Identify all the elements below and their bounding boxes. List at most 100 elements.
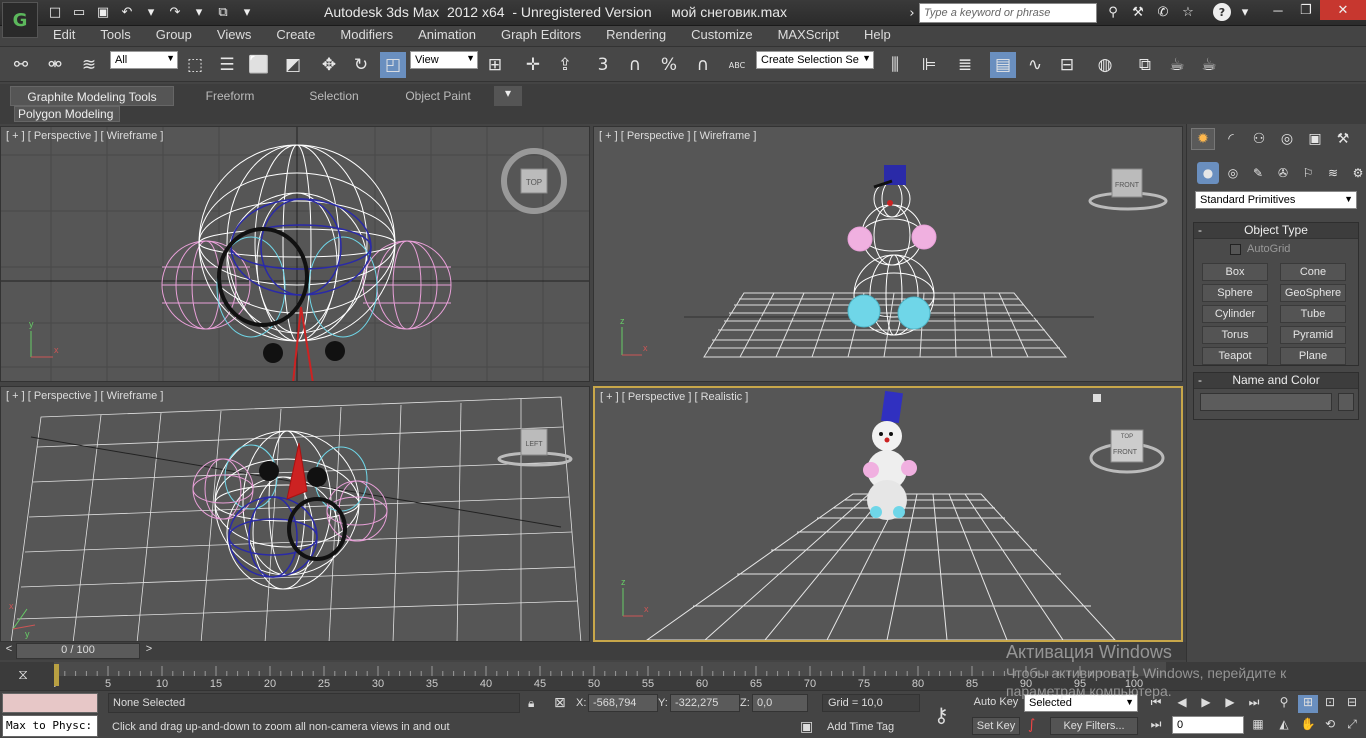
percent-snap-icon[interactable]: % bbox=[656, 52, 682, 78]
project-folder-icon[interactable]: ⧉ bbox=[212, 2, 234, 22]
align-icon[interactable]: ⊫ bbox=[916, 52, 942, 78]
pyramid-button[interactable]: Pyramid bbox=[1280, 326, 1346, 344]
menu-group[interactable]: Group bbox=[143, 26, 204, 44]
viewcube[interactable]: TOP bbox=[501, 148, 567, 214]
maximize-viewport-icon[interactable]: ⤢ bbox=[1342, 717, 1362, 735]
search-input[interactable]: Type a keyword or phrase bbox=[919, 3, 1097, 23]
name-color-header[interactable]: - Name and Color bbox=[1194, 373, 1358, 389]
undo-icon[interactable]: ↶ bbox=[116, 2, 138, 22]
menu-customize[interactable]: Customize bbox=[678, 26, 764, 44]
keyboard-shortcut-icon[interactable]: ⇪ bbox=[552, 52, 578, 78]
close-icon[interactable]: ✕ bbox=[1320, 0, 1366, 20]
key-filters-button[interactable]: Key Filters... bbox=[1050, 717, 1138, 735]
new-file-icon[interactable]: □ bbox=[44, 2, 66, 22]
current-frame-field[interactable]: 0 bbox=[1172, 716, 1244, 734]
menu-create[interactable]: Create bbox=[263, 26, 327, 44]
redo-icon[interactable]: ↷ bbox=[164, 2, 186, 22]
x-coordinate-field[interactable]: -568,794 bbox=[588, 694, 658, 712]
time-slider-next[interactable]: > bbox=[142, 643, 156, 659]
schematic-view-icon[interactable]: ⊟ bbox=[1054, 52, 1080, 78]
go-to-end-icon[interactable]: ⏭ bbox=[1244, 695, 1264, 713]
time-slider[interactable]: < 0 / 100 > bbox=[0, 642, 1186, 660]
lights-icon[interactable]: ✎ bbox=[1247, 162, 1269, 184]
layer-manager-icon[interactable]: ≣ bbox=[952, 52, 978, 78]
curve-editor-mini-icon[interactable]: ⧖ bbox=[8, 666, 38, 686]
spinner-snap-icon[interactable]: ∩ bbox=[690, 52, 716, 78]
absolute-mode-icon[interactable]: ⊠ bbox=[554, 695, 566, 711]
field-of-view-icon[interactable]: ◭ bbox=[1274, 717, 1294, 735]
mirror-icon[interactable]: ⫼ bbox=[882, 52, 908, 78]
menu-views[interactable]: Views bbox=[204, 26, 263, 44]
select-manipulate-icon[interactable]: ✛ bbox=[520, 52, 546, 78]
zoom-extents-icon[interactable]: ⊡ bbox=[1320, 695, 1340, 713]
viewport-top-left[interactable]: TOP y x [ + ] [ Perspective ] [ Wirefram… bbox=[0, 126, 590, 382]
next-frame-icon[interactable]: ▶ bbox=[1220, 695, 1240, 713]
cylinder-button[interactable]: Cylinder bbox=[1202, 305, 1268, 323]
window-crossing-icon[interactable]: ◩ bbox=[280, 52, 306, 78]
menu-edit[interactable]: Edit bbox=[40, 26, 87, 44]
application-menu-button[interactable]: G bbox=[2, 2, 38, 38]
motion-tab-icon[interactable]: ◎ bbox=[1275, 128, 1299, 150]
tube-button[interactable]: Tube bbox=[1280, 305, 1346, 323]
select-object-icon[interactable]: ⬚ bbox=[182, 52, 208, 78]
render-production-icon[interactable]: ☕ bbox=[1196, 52, 1222, 78]
time-slider-prev[interactable]: < bbox=[2, 643, 16, 659]
material-editor-icon[interactable]: ◍ bbox=[1092, 52, 1118, 78]
scale-icon[interactable]: ◰ bbox=[380, 52, 406, 78]
trackbar[interactable]: ⧖ 05101520253035404550556065707580859095… bbox=[0, 662, 1366, 690]
menu-help[interactable]: Help bbox=[851, 26, 903, 44]
z-coordinate-field[interactable]: 0,0 bbox=[752, 694, 808, 712]
viewcube[interactable]: TOP FRONT bbox=[1089, 429, 1165, 474]
set-key-curve-icon[interactable]: ∫ bbox=[1028, 717, 1035, 733]
help-dropdown-icon[interactable]: ▾ bbox=[1234, 2, 1256, 22]
graphite-toggle-icon[interactable]: ▤ bbox=[990, 52, 1016, 78]
y-coordinate-field[interactable]: -322,275 bbox=[670, 694, 740, 712]
geometry-icon[interactable]: ● bbox=[1197, 162, 1219, 184]
primitives-type-select[interactable]: Standard Primitives ▼ bbox=[1195, 191, 1357, 209]
geosphere-button[interactable]: GeoSphere bbox=[1280, 284, 1346, 302]
torus-button[interactable]: Torus bbox=[1202, 326, 1268, 344]
viewport-label[interactable]: [ + ] [ Perspective ] [ Wireframe ] bbox=[6, 390, 163, 402]
curve-editor-icon[interactable]: ∿ bbox=[1022, 52, 1048, 78]
box-button[interactable]: Box bbox=[1202, 263, 1268, 281]
communication-icon[interactable]: ✆ bbox=[1152, 2, 1174, 22]
cone-button[interactable]: Cone bbox=[1280, 263, 1346, 281]
viewport-label[interactable]: [ + ] [ Perspective ] [ Realistic ] bbox=[600, 391, 748, 403]
play-icon[interactable]: ▶ bbox=[1196, 695, 1216, 713]
maxscript-mini-listener-top[interactable] bbox=[2, 693, 98, 713]
go-to-start-icon[interactable]: ⏮ bbox=[1146, 695, 1166, 713]
search-expand-icon[interactable]: › bbox=[906, 3, 918, 23]
rect-selection-icon[interactable]: ⬜ bbox=[246, 52, 272, 78]
space-warps-icon[interactable]: ≋ bbox=[1322, 162, 1344, 184]
systems-icon[interactable]: ⚙ bbox=[1347, 162, 1366, 184]
pan-icon[interactable]: ✋ bbox=[1298, 717, 1318, 735]
previous-frame-icon[interactable]: ◀ bbox=[1172, 695, 1192, 713]
menu-tools[interactable]: Tools bbox=[87, 26, 142, 44]
subscription-icon[interactable]: ⚒ bbox=[1127, 2, 1149, 22]
unlink-icon[interactable]: ⚮ bbox=[42, 52, 68, 78]
object-name-input[interactable] bbox=[1200, 393, 1332, 411]
viewcube[interactable]: FRONT bbox=[1088, 168, 1168, 211]
ref-coord-select[interactable]: View ▼ bbox=[410, 51, 478, 69]
sphere-button[interactable]: Sphere bbox=[1202, 284, 1268, 302]
minimize-icon[interactable]: ─ bbox=[1264, 0, 1292, 20]
ribbon-options-icon[interactable]: ▾ bbox=[494, 86, 522, 106]
save-file-icon[interactable]: ▣ bbox=[92, 2, 114, 22]
qa-customize-icon[interactable]: ▾ bbox=[236, 2, 258, 22]
open-file-icon[interactable]: ▭ bbox=[68, 2, 90, 22]
link-icon[interactable]: ⚯ bbox=[8, 52, 34, 78]
favorites-icon[interactable]: ☆ bbox=[1177, 2, 1199, 22]
viewport-bottom-left[interactable]: LEFT x y [ + ] [ Perspective ] [ Wirefra… bbox=[0, 386, 590, 642]
ribbon-panel-polygon-modeling[interactable]: Polygon Modeling bbox=[14, 106, 120, 122]
tab-graphite-modeling-tools[interactable]: Graphite Modeling Tools bbox=[10, 86, 174, 106]
helpers-icon[interactable]: ⚐ bbox=[1297, 162, 1319, 184]
create-tab-icon[interactable]: ✹ bbox=[1191, 128, 1215, 150]
selection-filter-select[interactable]: All ▼ bbox=[110, 51, 178, 69]
viewport-label[interactable]: [ + ] [ Perspective ] [ Wireframe ] bbox=[599, 130, 756, 142]
tab-freeform[interactable]: Freeform bbox=[182, 86, 278, 106]
menu-modifiers[interactable]: Modifiers bbox=[327, 26, 405, 44]
menu-graph-editors[interactable]: Graph Editors bbox=[488, 26, 593, 44]
modify-tab-icon[interactable]: ◜ bbox=[1219, 128, 1243, 150]
pivot-center-icon[interactable]: ⊞ bbox=[482, 52, 508, 78]
maxscript-mini-listener[interactable]: Max to Physc: bbox=[2, 715, 98, 737]
